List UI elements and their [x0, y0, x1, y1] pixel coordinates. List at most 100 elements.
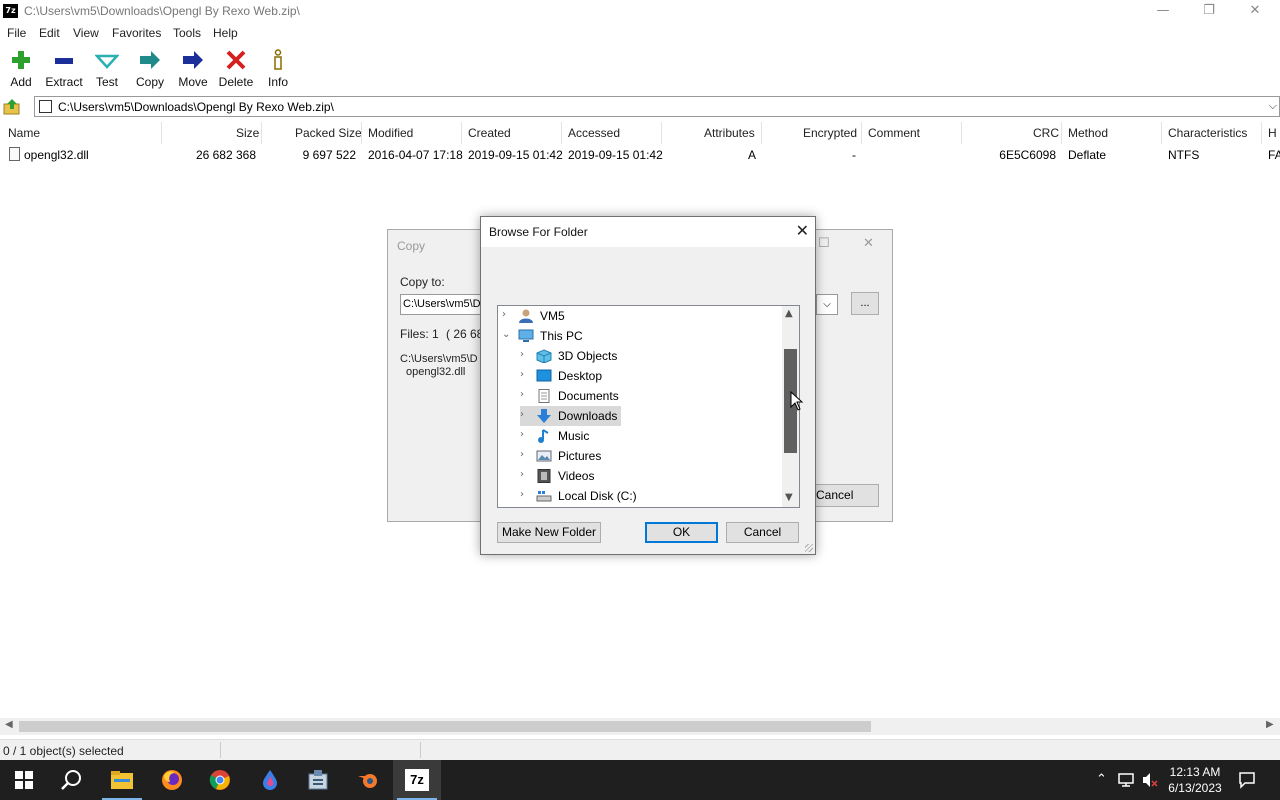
column-created[interactable]: Created [468, 126, 511, 140]
minimize-button[interactable]: — [1140, 0, 1186, 22]
taskbar-tool-app[interactable] [294, 760, 342, 800]
start-button[interactable] [0, 760, 48, 800]
move-arrow-icon [183, 51, 203, 69]
column-encrypted[interactable]: Encrypted [803, 126, 857, 140]
add-button[interactable]: Add [0, 47, 43, 91]
column-crc[interactable]: CRC [1033, 126, 1059, 140]
column-modified[interactable]: Modified [368, 126, 413, 140]
taskbar-drop-app[interactable] [246, 760, 294, 800]
chevron-right-icon[interactable]: › [520, 389, 524, 400]
scroll-right-icon[interactable]: ▶ [1266, 719, 1274, 730]
browse-dialog-title: Browse For Folder [489, 225, 588, 239]
make-new-folder-button[interactable]: Make New Folder [497, 522, 601, 543]
info-button[interactable]: Info [256, 47, 300, 91]
taskbar-chrome[interactable] [196, 760, 244, 800]
title-bar: 7z C:\Users\vm5\Downloads\Opengl By Rexo… [0, 0, 1280, 22]
chevron-right-icon[interactable]: › [520, 469, 524, 480]
chevron-right-icon[interactable]: › [520, 429, 524, 440]
tray-chevron-icon[interactable]: ⌃ [1096, 772, 1107, 787]
extract-button[interactable]: Extract [42, 47, 86, 91]
maximize-button[interactable]: ❐ [1186, 0, 1232, 22]
ok-button[interactable]: OK [645, 522, 718, 543]
cell-modified: 2016-04-07 17:18 [368, 148, 463, 162]
source-file-label: opengl32.dll [406, 366, 466, 378]
column-attributes[interactable]: Attributes [704, 126, 755, 140]
taskbar-search-button[interactable] [48, 760, 96, 800]
up-folder-icon[interactable] [3, 98, 21, 116]
tree-item-videos[interactable]: › Videos [520, 466, 660, 486]
column-method[interactable]: Method [1068, 126, 1108, 140]
source-path-label: C:\Users\vm5\D [400, 353, 478, 365]
column-h[interactable]: H [1268, 126, 1277, 140]
chevron-right-icon[interactable]: › [520, 369, 524, 380]
network-icon[interactable] [1117, 772, 1135, 788]
volume-muted-icon[interactable] [1141, 772, 1159, 788]
taskbar-blender[interactable] [344, 760, 392, 800]
move-label: Move [178, 75, 208, 89]
menu-favorites[interactable]: Favorites [112, 26, 161, 40]
column-characteristics[interactable]: Characteristics [1168, 126, 1247, 140]
tree-item-pictures[interactable]: › Pictures [520, 446, 660, 466]
address-dropdown-icon[interactable]: ⌵ [1269, 99, 1277, 113]
menu-help[interactable]: Help [213, 26, 238, 40]
delete-label: Delete [218, 75, 254, 89]
chevron-right-icon[interactable]: › [520, 449, 524, 460]
tree-item-this-pc[interactable]: ⌄ This PC [502, 326, 642, 346]
copy-button[interactable]: Copy [128, 47, 172, 91]
browse-for-folder-dialog: Browse For Folder ✕ › VM5 ⌄ This PC › 3D… [480, 216, 816, 555]
chevron-right-icon[interactable]: › [502, 309, 506, 320]
taskbar-clock[interactable]: 12:13 AM 6/13/2023 [1160, 764, 1230, 796]
chevron-right-icon[interactable]: › [520, 349, 524, 360]
resize-grip[interactable] [805, 544, 813, 552]
browse-cancel-button[interactable]: Cancel [726, 522, 799, 543]
column-comment[interactable]: Comment [868, 126, 920, 140]
copy-dialog-close-button[interactable]: ✕ [863, 236, 874, 251]
pictures-icon [536, 450, 552, 462]
tree-item-vm5[interactable]: › VM5 [502, 306, 642, 326]
menu-file[interactable]: File [7, 26, 26, 40]
address-bar[interactable]: C:\Users\vm5\Downloads\Opengl By Rexo We… [34, 96, 1280, 117]
delete-button[interactable]: Delete [214, 47, 258, 91]
desktop-icon [536, 369, 552, 382]
copy-to-dropdown-icon[interactable]: ⌵ [816, 294, 838, 315]
chevron-right-icon[interactable]: › [520, 409, 524, 420]
move-button[interactable]: Move [171, 47, 215, 91]
tree-item-downloads[interactable]: › Downloads [520, 406, 621, 426]
folder-tree[interactable]: › VM5 ⌄ This PC › 3D Objects › Desktop ›… [497, 305, 800, 508]
table-row[interactable]: opengl32.dll 26 682 368 9 697 522 2016-0… [0, 145, 1280, 165]
copy-browse-button[interactable]: ... [851, 292, 879, 315]
blender-icon [358, 774, 377, 788]
taskbar-file-explorer[interactable] [98, 760, 146, 800]
tree-item-music[interactable]: › Music [520, 426, 660, 446]
column-size[interactable]: Size [236, 126, 259, 140]
menu-tools[interactable]: Tools [173, 26, 201, 40]
copy-dialog-maximize-button[interactable]: ☐ [818, 236, 830, 251]
scroll-down-icon[interactable]: ▼ [785, 492, 793, 503]
info-label: Info [267, 75, 288, 89]
test-button[interactable]: Test [85, 47, 129, 91]
horizontal-scroll-thumb[interactable] [19, 721, 871, 732]
column-accessed[interactable]: Accessed [568, 126, 620, 140]
tree-item-local-disk-c[interactable]: › Local Disk (C:) [520, 486, 660, 506]
menu-view[interactable]: View [73, 26, 99, 40]
zip-archive-icon [39, 100, 52, 113]
scroll-left-icon[interactable]: ◀ [5, 719, 13, 730]
disk-icon [536, 491, 552, 502]
search-icon [61, 770, 81, 790]
tree-item-3d-objects[interactable]: › 3D Objects [520, 346, 660, 366]
scroll-up-icon[interactable]: ▲ [785, 308, 793, 319]
windows-start-icon [15, 771, 33, 789]
taskbar-7zip[interactable]: 7z [393, 760, 441, 800]
horizontal-scrollbar[interactable]: ◀ ▶ [0, 718, 1280, 735]
tree-item-documents[interactable]: › Documents [520, 386, 660, 406]
chevron-right-icon[interactable]: › [520, 489, 524, 500]
chevron-down-icon[interactable]: ⌄ [502, 329, 510, 340]
taskbar-firefox[interactable] [148, 760, 196, 800]
tree-item-desktop[interactable]: › Desktop [520, 366, 660, 386]
menu-edit[interactable]: Edit [39, 26, 60, 40]
notification-icon[interactable] [1238, 771, 1256, 789]
column-packed-size[interactable]: Packed Size [295, 126, 362, 140]
column-name[interactable]: Name [8, 126, 40, 140]
browse-close-button[interactable]: ✕ [796, 221, 809, 240]
close-button[interactable]: ✕ [1232, 0, 1278, 22]
